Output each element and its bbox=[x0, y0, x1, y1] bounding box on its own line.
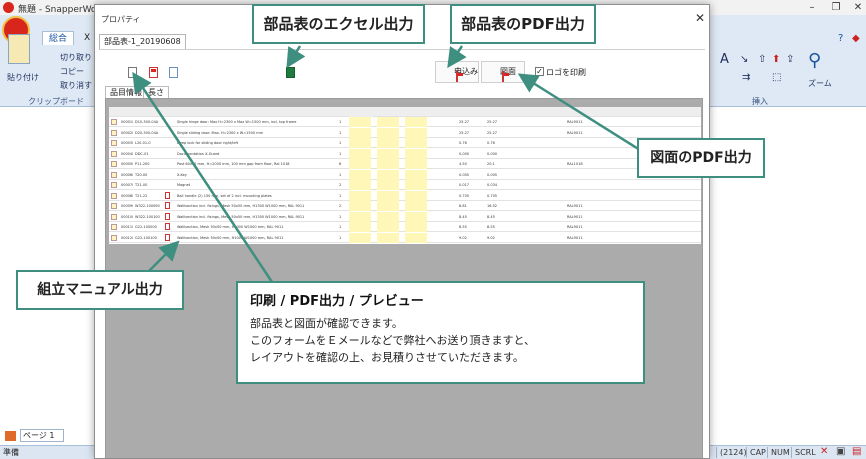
callout-manual: 組立マニュアル出力 bbox=[16, 270, 184, 310]
callout-excel-export: 部品表のエクセル出力 bbox=[252, 4, 425, 44]
callout-pdf-drawing: 図面のPDF出力 bbox=[637, 138, 765, 178]
arrow-excel bbox=[286, 45, 306, 69]
arrow-print-preview bbox=[132, 71, 274, 283]
arrow-manual bbox=[147, 240, 180, 273]
arrow-pdf-drawing bbox=[517, 73, 641, 152]
callout-pdf-parts: 部品表のPDF出力 bbox=[450, 4, 596, 44]
info-line: レイアウトを確認の上、お見積りさせていただきます。 bbox=[250, 351, 524, 364]
info-line: 部品表と図面が確認できます。 bbox=[250, 317, 403, 330]
callout-arrows bbox=[132, 45, 641, 283]
screenshot-root: 無題 - SnapperWorks – ❐ ✕ 総合 X 貼り付け 切り取り コ… bbox=[0, 0, 866, 459]
info-box: 印刷 / PDF出力 / プレビュー 部品表と図面が確認できます。 このフォーム… bbox=[236, 281, 645, 384]
info-title: 印刷 / PDF出力 / プレビュー bbox=[250, 294, 424, 309]
info-line: このフォームをＥメールなどで弊社へお送り頂きますと、 bbox=[250, 334, 536, 347]
arrow-pdf-parts bbox=[447, 45, 467, 69]
